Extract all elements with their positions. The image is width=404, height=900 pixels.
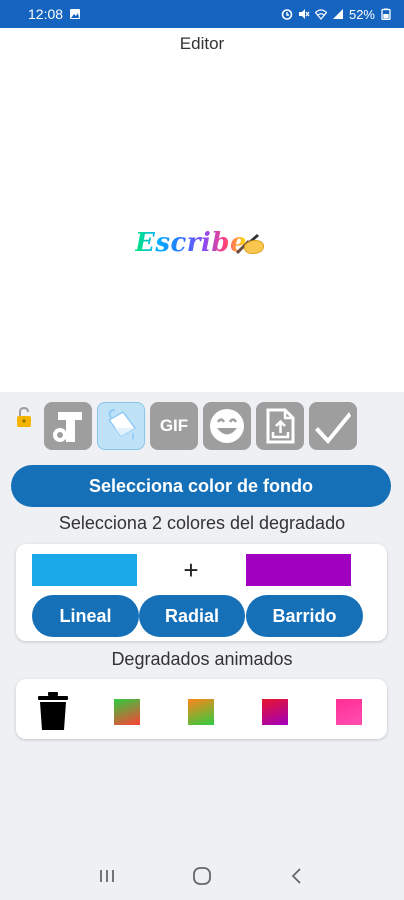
gradient-card: + Lineal Radial Barrido: [16, 544, 387, 641]
tool-emoji[interactable]: [203, 402, 251, 450]
trash-icon[interactable]: [36, 691, 70, 731]
gif-label: GIF: [159, 416, 189, 435]
radial-gradient-button[interactable]: Radial: [139, 595, 245, 637]
text-settings-icon: [53, 412, 82, 442]
paint-bucket-icon: [107, 409, 137, 440]
unlocked-padlock-icon[interactable]: [16, 406, 32, 428]
back-chevron-icon: [291, 868, 301, 884]
plus-sign: +: [183, 555, 199, 585]
back-button[interactable]: [277, 856, 317, 896]
gradient-color-2-swatch[interactable]: [246, 554, 351, 586]
battery-icon: [381, 8, 391, 20]
status-time: 12:08: [28, 6, 64, 22]
select-background-color-button[interactable]: Selecciona color de fondo: [11, 465, 391, 507]
file-export-icon: [266, 408, 295, 444]
tool-text-settings[interactable]: [44, 402, 92, 450]
system-nav-bar: [0, 852, 404, 900]
linear-gradient-button[interactable]: Lineal: [32, 595, 139, 637]
toolbar: GIF: [44, 402, 357, 450]
animated-gradient-swatch[interactable]: [336, 699, 362, 725]
editor-canvas[interactable]: Editor Escribe: [0, 28, 404, 392]
status-bar: 12:08 52%: [0, 0, 404, 28]
battery-percent: 52%: [348, 6, 375, 22]
editor-title: Editor: [179, 34, 225, 53]
preview-text[interactable]: Escribe: [135, 228, 247, 258]
smiley-icon: [210, 409, 244, 443]
animated-gradients-label: Degradados animados: [111, 649, 293, 669]
tool-paint-bucket[interactable]: [97, 402, 145, 450]
gradient-section-label: Selecciona 2 colores del degradado: [58, 513, 346, 533]
home-icon: [193, 867, 211, 885]
home-button[interactable]: [182, 856, 222, 896]
checkmark-icon: [315, 412, 351, 444]
tool-gif[interactable]: GIF: [150, 402, 198, 450]
gallery-icon: [70, 9, 81, 19]
recent-apps-button[interactable]: [87, 856, 127, 896]
animated-gradient-swatch[interactable]: [114, 699, 140, 725]
animated-gradients-card: [16, 679, 387, 739]
tool-export[interactable]: [256, 402, 304, 450]
recent-apps-icon: [100, 870, 115, 882]
animated-gradient-swatch[interactable]: [188, 699, 214, 725]
gradient-color-1-swatch[interactable]: [32, 554, 137, 586]
writing-hand-icon: [235, 234, 264, 255]
wifi-icon: [314, 9, 327, 20]
mute-icon: [298, 9, 310, 19]
signal-icon: [332, 9, 343, 19]
editor-panel: GIF Selecciona color de fondo Selecciona…: [0, 392, 404, 852]
animated-gradient-swatch[interactable]: [262, 699, 288, 725]
tool-confirm[interactable]: [309, 402, 357, 450]
sweep-gradient-button[interactable]: Barrido: [246, 595, 363, 637]
alarm-icon: [281, 9, 293, 20]
